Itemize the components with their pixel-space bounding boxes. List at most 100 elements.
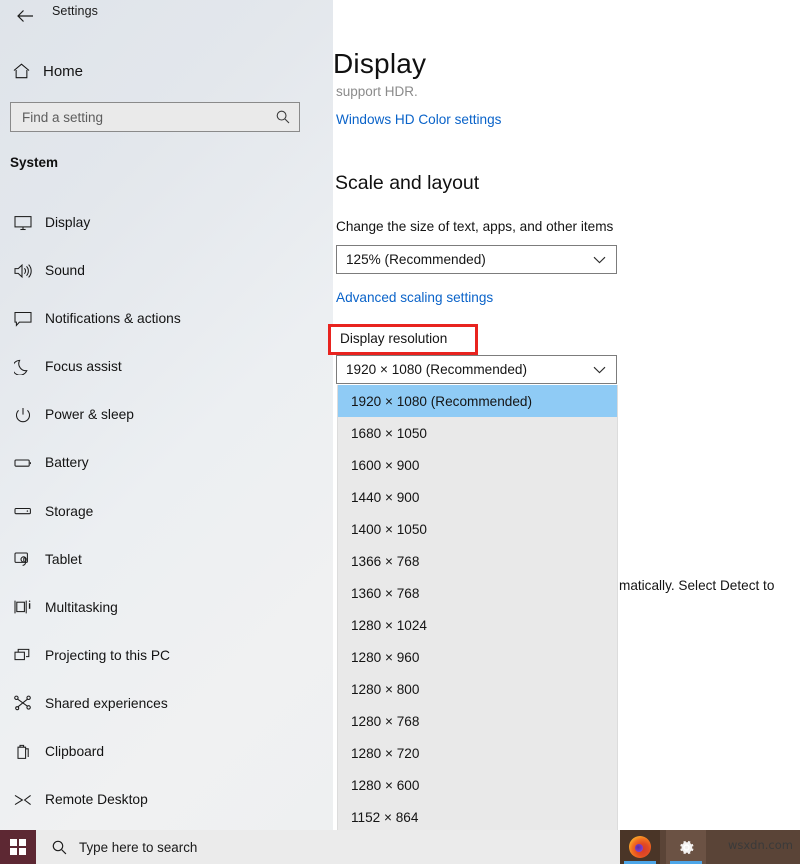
resolution-dropdown-value: 1920 × 1080 (Recommended) (346, 362, 593, 377)
multitasking-icon (8, 599, 38, 615)
resolution-option-label: 1280 × 600 (351, 778, 419, 793)
resolution-option-label: 1920 × 1080 (Recommended) (351, 394, 532, 409)
gear-icon (677, 838, 696, 857)
clipboard-icon (8, 744, 38, 760)
sidebar-item-label: Sound (45, 263, 85, 278)
sidebar-item-tablet[interactable]: Tablet (0, 543, 320, 576)
sidebar-item-shared-experiences[interactable]: Shared experiences (0, 687, 320, 720)
resolution-option[interactable]: 1152 × 864 (338, 801, 617, 830)
share-nodes-icon (8, 695, 38, 711)
taskbar-search-placeholder: Type here to search (79, 840, 197, 855)
sidebar-item-multitasking[interactable]: Multitasking (0, 591, 320, 624)
resolution-option-label: 1366 × 768 (351, 554, 419, 569)
taskbar-search-box[interactable]: Type here to search (36, 830, 334, 864)
sidebar-item-power-sleep[interactable]: Power & sleep (0, 398, 320, 431)
resolution-option-label: 1680 × 1050 (351, 426, 427, 441)
resolution-option[interactable]: 1280 × 768 (338, 705, 617, 737)
display-resolution-label: Display resolution (340, 331, 447, 346)
resolution-option[interactable]: 1280 × 1024 (338, 609, 617, 641)
sidebar-item-remote-desktop[interactable]: Remote Desktop (0, 783, 320, 816)
chevron-down-icon (593, 256, 606, 264)
resolution-option[interactable]: 1400 × 1050 (338, 513, 617, 545)
resolution-dropdown[interactable]: 1920 × 1080 (Recommended) (336, 355, 617, 384)
taskbar: Type here to search (0, 830, 800, 864)
resolution-option-label: 1280 × 768 (351, 714, 419, 729)
sidebar-item-label: Focus assist (45, 359, 122, 374)
scale-dropdown-value: 125% (Recommended) (346, 252, 593, 267)
chat-bubble-icon (8, 311, 38, 327)
sidebar-item-storage[interactable]: Storage (0, 495, 320, 528)
sidebar-item-label: Remote Desktop (45, 792, 148, 807)
resolution-option[interactable]: 1280 × 720 (338, 737, 617, 769)
taskbar-settings-button[interactable] (666, 830, 706, 864)
page-title: Display (333, 48, 432, 80)
sidebar-item-label: Power & sleep (45, 407, 134, 422)
sidebar-item-battery[interactable]: Battery (0, 446, 320, 479)
back-arrow-icon[interactable] (10, 1, 40, 31)
search-icon (276, 110, 290, 124)
resolution-option[interactable]: 1360 × 768 (338, 577, 617, 609)
chevron-down-icon (593, 366, 606, 374)
sidebar-item-focus-assist[interactable]: Focus assist (0, 350, 320, 383)
power-icon (8, 407, 38, 423)
title-bar: Settings (0, 0, 333, 32)
sidebar-section-title: System (10, 155, 58, 170)
remote-desktop-icon (8, 792, 38, 808)
home-icon (4, 63, 38, 79)
sidebar-item-label: Battery (45, 455, 89, 470)
monitor-icon (8, 215, 38, 231)
drive-icon (8, 503, 38, 519)
sidebar-item-clipboard[interactable]: Clipboard (0, 735, 320, 768)
scale-and-layout-heading: Scale and layout (335, 172, 479, 195)
sidebar-item-label: Shared experiences (45, 696, 168, 711)
search-placeholder: Find a setting (22, 110, 276, 125)
resolution-option-label: 1400 × 1050 (351, 522, 427, 537)
resolution-option-label: 1280 × 800 (351, 682, 419, 697)
watermark: wsxdn.com (728, 838, 793, 852)
sidebar-item-sound[interactable]: Sound (0, 254, 320, 287)
resolution-option-label: 1440 × 900 (351, 490, 419, 505)
resolution-option-label: 1360 × 768 (351, 586, 419, 601)
hdr-support-text: support HDR. (336, 84, 418, 99)
sidebar-item-projecting[interactable]: Projecting to this PC (0, 639, 320, 672)
display-resolution-highlight: Display resolution (328, 324, 478, 355)
windows-hd-color-settings-link[interactable]: Windows HD Color settings (336, 112, 501, 127)
screen: Settings Home Find a setting System (0, 0, 800, 864)
sidebar-item-notifications[interactable]: Notifications & actions (0, 302, 320, 335)
resolution-option-label: 1280 × 720 (351, 746, 419, 761)
app-title: Settings (52, 4, 98, 18)
resolution-option[interactable]: 1920 × 1080 (Recommended) (338, 385, 617, 417)
sidebar-item-label: Projecting to this PC (45, 648, 170, 663)
sidebar-item-label: Storage (45, 504, 93, 519)
sidebar-item-display[interactable]: Display (0, 206, 320, 239)
taskbar-firefox-button[interactable] (620, 830, 660, 864)
moon-icon (8, 359, 38, 375)
resolution-option[interactable]: 1280 × 960 (338, 641, 617, 673)
resolution-option-label: 1280 × 960 (351, 650, 419, 665)
start-button[interactable] (0, 830, 36, 864)
resolution-dropdown-list[interactable]: 1920 × 1080 (Recommended) 1680 × 1050 1600… (337, 385, 618, 830)
firefox-icon (629, 836, 651, 858)
search-icon (52, 840, 67, 855)
sidebar-item-home[interactable]: Home (0, 55, 300, 87)
scale-label: Change the size of text, apps, and other… (336, 219, 613, 234)
resolution-option[interactable]: 1280 × 800 (338, 673, 617, 705)
speaker-icon (8, 263, 38, 279)
sidebar-item-label: Multitasking (45, 600, 118, 615)
resolution-option[interactable]: 1600 × 900 (338, 449, 617, 481)
resolution-option-label: 1280 × 1024 (351, 618, 427, 633)
resolution-option-label: 1600 × 900 (351, 458, 419, 473)
resolution-option[interactable]: 1366 × 768 (338, 545, 617, 577)
resolution-option[interactable]: 1280 × 600 (338, 769, 617, 801)
resolution-option[interactable]: 1680 × 1050 (338, 417, 617, 449)
scale-dropdown[interactable]: 125% (Recommended) (336, 245, 617, 274)
project-screen-icon (8, 647, 38, 663)
sidebar-item-label: Notifications & actions (45, 311, 181, 326)
advanced-scaling-settings-link[interactable]: Advanced scaling settings (336, 290, 493, 305)
occluded-detect-text: matically. Select Detect to (619, 578, 774, 593)
windows-logo-icon (10, 839, 26, 855)
sidebar-item-label: Tablet (45, 552, 82, 567)
resolution-option[interactable]: 1440 × 900 (338, 481, 617, 513)
tablet-hand-icon (8, 551, 38, 567)
search-input[interactable]: Find a setting (10, 102, 300, 132)
